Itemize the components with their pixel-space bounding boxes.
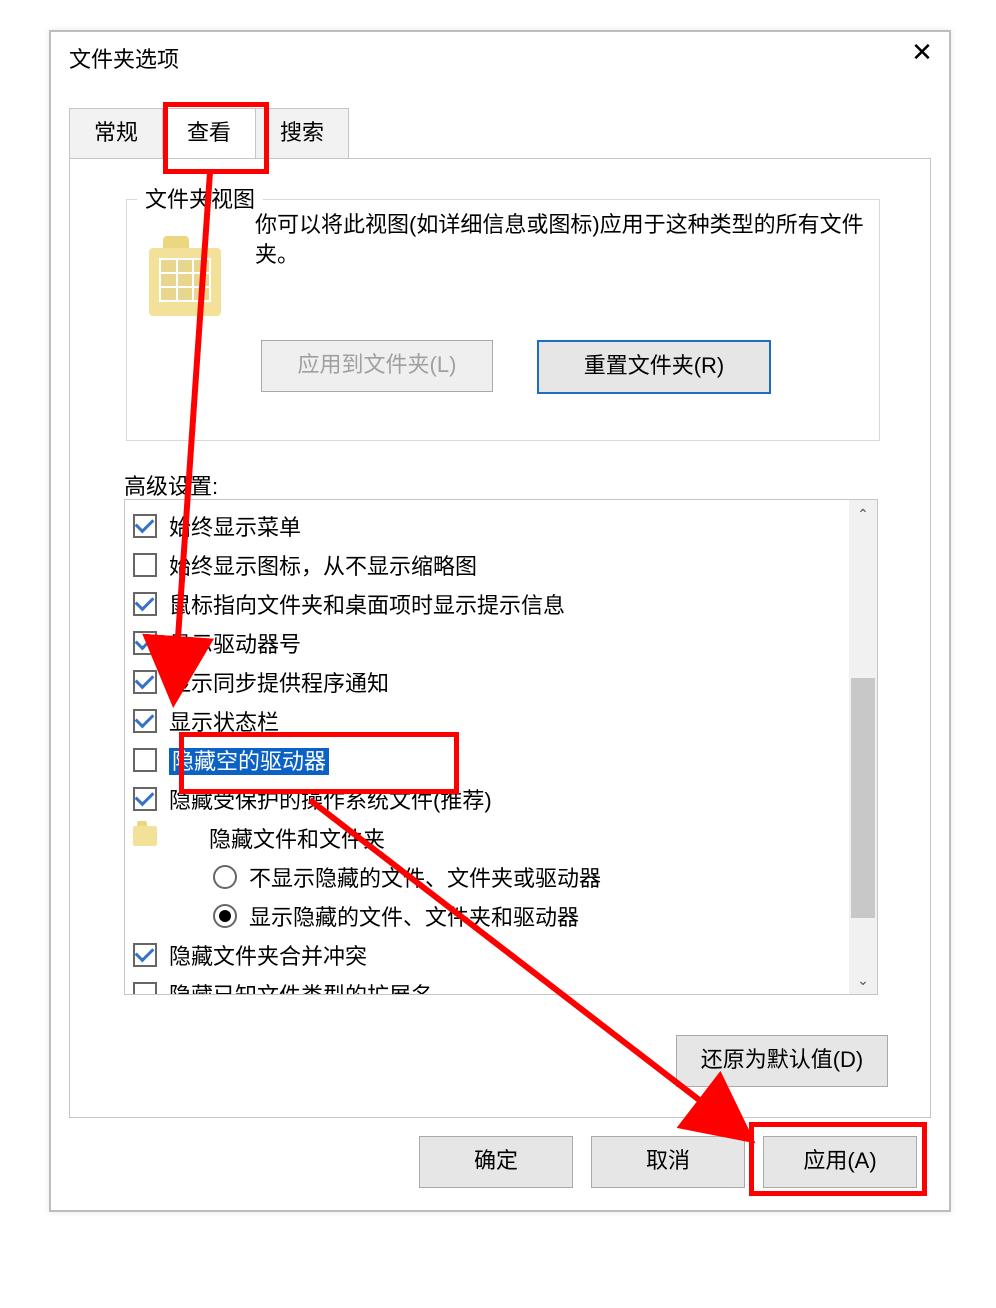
tab-panel-view: 文件夹视图 你可以将此视图(如详细信息或图标)应用于这种类型的所有文件夹。 应用… — [69, 158, 931, 1118]
list-item-label: 显示同步提供程序通知 — [169, 671, 389, 696]
list-item-label: 始终显示图标，从不显示缩略图 — [169, 554, 477, 579]
radio-icon[interactable] — [213, 865, 237, 889]
list-item-label: 隐藏文件和文件夹 — [209, 827, 385, 852]
list-item-label: 始终显示菜单 — [169, 515, 301, 540]
list-item[interactable]: 始终显示菜单 — [125, 508, 849, 547]
scroll-down-icon[interactable]: ⌄ — [849, 966, 877, 994]
scrollbar[interactable]: ⌃ ⌄ — [849, 500, 877, 994]
list-item-label: 鼠标指向文件夹和桌面项时显示提示信息 — [169, 593, 565, 618]
close-icon[interactable]: ✕ — [905, 38, 939, 68]
list-item-label: 隐藏空的驱动器 — [169, 748, 329, 775]
list-item-label: 显示状态栏 — [169, 710, 279, 735]
list-item-label: 隐藏受保护的操作系统文件(推荐) — [169, 788, 492, 813]
list-item[interactable]: 隐藏受保护的操作系统文件(推荐) — [125, 781, 849, 820]
checkbox-icon[interactable] — [133, 631, 157, 655]
ok-button[interactable]: 确定 — [419, 1136, 573, 1188]
group-description: 你可以将此视图(如详细信息或图标)应用于这种类型的所有文件夹。 — [255, 210, 865, 270]
checkbox-icon[interactable] — [133, 787, 157, 811]
checkbox-icon[interactable] — [133, 982, 157, 995]
folder-icon — [133, 826, 157, 846]
radio-icon[interactable] — [213, 904, 237, 928]
list-item[interactable]: 始终显示图标，从不显示缩略图 — [125, 547, 849, 586]
checkbox-icon[interactable] — [133, 553, 157, 577]
checkbox-icon[interactable] — [133, 943, 157, 967]
tab-general[interactable]: 常规 — [69, 108, 163, 159]
list-item-label: 显示驱动器号 — [169, 632, 301, 657]
scroll-up-icon[interactable]: ⌃ — [849, 500, 877, 528]
cancel-button[interactable]: 取消 — [591, 1136, 745, 1188]
list-item-label: 显示隐藏的文件、文件夹和驱动器 — [249, 905, 579, 930]
checkbox-icon[interactable] — [133, 670, 157, 694]
list-item-label: 不显示隐藏的文件、文件夹或驱动器 — [249, 866, 601, 891]
folder-icon — [149, 236, 221, 316]
reset-folders-button[interactable]: 重置文件夹(R) — [537, 340, 771, 394]
scroll-thumb[interactable] — [851, 678, 875, 918]
folder-options-dialog: 文件夹选项 ✕ 常规 查看 搜索 文件夹视图 你可以将此视图(如详细信息或图标)… — [49, 30, 951, 1212]
checkbox-icon[interactable] — [133, 709, 157, 733]
list-item[interactable]: 显示隐藏的文件、文件夹和驱动器 — [125, 898, 849, 937]
advanced-settings-label: 高级设置: — [124, 469, 218, 501]
restore-defaults-button[interactable]: 还原为默认值(D) — [676, 1035, 888, 1087]
advanced-settings-list[interactable]: 始终显示菜单始终显示图标，从不显示缩略图鼠标指向文件夹和桌面项时显示提示信息显示… — [124, 499, 878, 995]
list-item[interactable]: 显示驱动器号 — [125, 625, 849, 664]
list-item[interactable]: 不显示隐藏的文件、文件夹或驱动器 — [125, 859, 849, 898]
folder-views-group: 文件夹视图 你可以将此视图(如详细信息或图标)应用于这种类型的所有文件夹。 应用… — [126, 199, 880, 441]
list-item[interactable]: 隐藏文件和文件夹 — [125, 820, 849, 859]
list-item-label: 隐藏已知文件类型的扩展名 — [169, 983, 433, 995]
list-item[interactable]: 隐藏空的驱动器 — [125, 742, 849, 781]
title-bar: 文件夹选项 ✕ — [51, 32, 949, 76]
apply-button[interactable]: 应用(A) — [763, 1136, 917, 1188]
list-item[interactable]: 鼠标指向文件夹和桌面项时显示提示信息 — [125, 586, 849, 625]
tab-strip: 常规 查看 搜索 — [69, 108, 348, 160]
list-item[interactable]: 显示状态栏 — [125, 703, 849, 742]
checkbox-icon[interactable] — [133, 748, 157, 772]
checkbox-icon[interactable] — [133, 592, 157, 616]
checkbox-icon[interactable] — [133, 514, 157, 538]
group-label: 文件夹视图 — [137, 182, 263, 214]
apply-to-folders-button: 应用到文件夹(L) — [261, 340, 493, 392]
list-item[interactable]: 隐藏已知文件类型的扩展名 — [125, 976, 849, 995]
list-item-label: 隐藏文件夹合并冲突 — [169, 944, 367, 969]
list-item[interactable]: 隐藏文件夹合并冲突 — [125, 937, 849, 976]
tab-search[interactable]: 搜索 — [255, 108, 349, 159]
list-item[interactable]: 显示同步提供程序通知 — [125, 664, 849, 703]
dialog-title: 文件夹选项 — [69, 42, 179, 74]
tab-view[interactable]: 查看 — [162, 108, 256, 159]
